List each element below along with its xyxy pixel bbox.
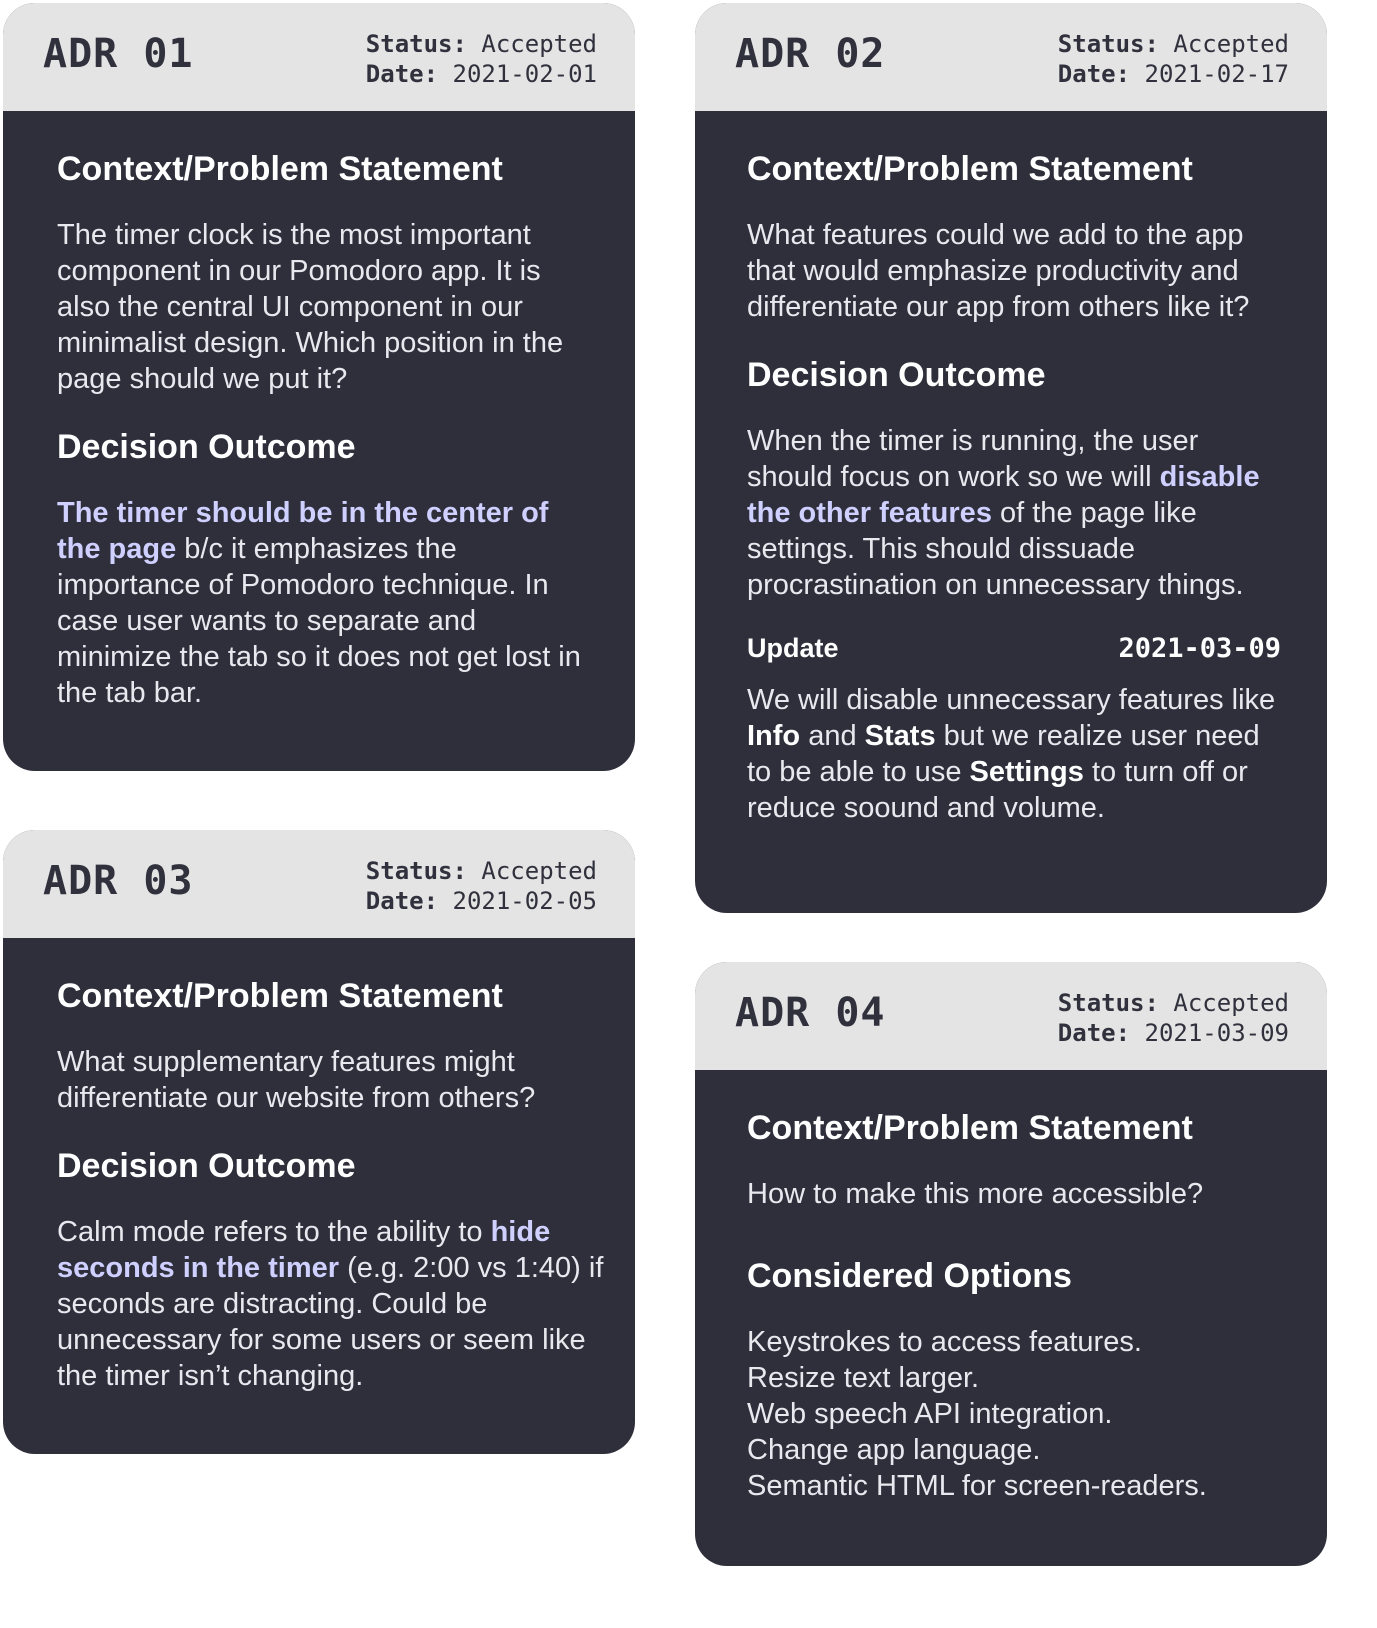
- adr-card-header: ADR 02 Status: Accepted Date: 2021-02-17: [695, 3, 1327, 111]
- adr-meta: Status: Accepted Date: 2021-02-17: [1058, 29, 1289, 89]
- context-text: What features could we add to the app th…: [747, 219, 1250, 323]
- adr-card-01: ADR 01 Status: Accepted Date: 2021-02-01…: [3, 3, 635, 771]
- adr-title: ADR 04: [735, 990, 886, 1036]
- adr-meta: Status: Accepted Date: 2021-02-01: [366, 29, 597, 89]
- adr-card-header: ADR 04 Status: Accepted Date: 2021-03-09: [695, 962, 1327, 1070]
- update-mid1: and: [800, 720, 865, 752]
- adr-card-body: Context/Problem Statement The timer cloc…: [3, 111, 635, 771]
- adr-meta: Status: Accepted Date: 2021-03-09: [1058, 988, 1289, 1048]
- date-label: Date:: [365, 60, 439, 88]
- adr-meta: Status: Accepted Date: 2021-02-05: [366, 856, 597, 916]
- adr-card-body: Context/Problem Statement What features …: [695, 111, 1327, 896]
- context-heading: Context/Problem Statement: [57, 150, 503, 188]
- status-value: Accepted: [481, 30, 597, 58]
- update-pre: We will disable unnecessary features lik…: [747, 684, 1276, 716]
- adr-card-header: ADR 03 Status: Accepted Date: 2021-02-05: [3, 830, 635, 938]
- update-bold-settings: Settings: [969, 756, 1084, 788]
- option-item: Semantic HTML for screen-readers.: [747, 1470, 1207, 1502]
- option-item: Web speech API integration.: [747, 1398, 1113, 1430]
- adr-title: ADR 01: [43, 31, 194, 77]
- status-label: Status:: [1057, 989, 1159, 1017]
- adr-title: ADR 02: [735, 31, 886, 77]
- update-bold-info: Info: [747, 720, 801, 752]
- status-value: Accepted: [481, 857, 597, 885]
- status-label: Status:: [365, 30, 467, 58]
- decision-text: Calm mode refers to the ability to hide …: [57, 1214, 605, 1394]
- adr-title: ADR 03: [43, 858, 194, 904]
- options-heading: Considered Options: [747, 1257, 1072, 1295]
- option-item: Resize text larger.: [747, 1362, 980, 1394]
- update-date: 2021-03-09: [1118, 633, 1281, 664]
- decision-text: The timer should be in the center of the…: [57, 495, 595, 711]
- adr-card-02: ADR 02 Status: Accepted Date: 2021-02-17…: [695, 3, 1327, 913]
- status-label: Status:: [365, 857, 467, 885]
- adr-card-03: ADR 03 Status: Accepted Date: 2021-02-05…: [3, 830, 635, 1454]
- date-label: Date:: [1057, 60, 1131, 88]
- date-value: 2021-02-05: [452, 887, 598, 915]
- status-label: Status:: [1057, 30, 1159, 58]
- decision-heading: Decision Outcome: [57, 1147, 356, 1185]
- decision-pre: Calm mode refers to the ability to: [57, 1216, 491, 1248]
- context-text: How to make this more accessible?: [747, 1178, 1204, 1210]
- status-value: Accepted: [1173, 989, 1289, 1017]
- adr-card-body: Context/Problem Statement What supplemen…: [3, 938, 635, 1454]
- option-item: Keystrokes to access features.: [747, 1326, 1142, 1358]
- options-list: Keystrokes to access features. Resize te…: [747, 1324, 1287, 1504]
- update-label: Update: [747, 633, 839, 663]
- adr-card-header: ADR 01 Status: Accepted Date: 2021-02-01: [3, 3, 635, 111]
- context-heading: Context/Problem Statement: [747, 150, 1193, 188]
- context-text: What supplementary features might differ…: [57, 1046, 536, 1114]
- decision-heading: Decision Outcome: [747, 356, 1046, 394]
- adr-card-body: Context/Problem Statement How to make th…: [695, 1070, 1327, 1544]
- update-bold-stats: Stats: [864, 720, 936, 752]
- context-heading: Context/Problem Statement: [747, 1109, 1193, 1147]
- update-row: Update 2021-03-09: [747, 633, 1291, 664]
- decision-pre: When the timer is running, the user shou…: [747, 425, 1199, 493]
- status-value: Accepted: [1173, 30, 1289, 58]
- option-item: Change app language.: [747, 1434, 1041, 1466]
- adr-card-04: ADR 04 Status: Accepted Date: 2021-03-09…: [695, 962, 1327, 1566]
- context-text: The timer clock is the most important co…: [57, 219, 564, 395]
- date-label: Date:: [1057, 1019, 1131, 1047]
- date-label: Date:: [365, 887, 439, 915]
- update-text: We will disable unnecessary features lik…: [747, 682, 1291, 826]
- date-value: 2021-03-09: [1144, 1019, 1290, 1047]
- decision-text: When the timer is running, the user shou…: [747, 423, 1291, 603]
- date-value: 2021-02-17: [1144, 60, 1290, 88]
- decision-heading: Decision Outcome: [57, 428, 356, 466]
- context-heading: Context/Problem Statement: [57, 977, 503, 1015]
- date-value: 2021-02-01: [452, 60, 598, 88]
